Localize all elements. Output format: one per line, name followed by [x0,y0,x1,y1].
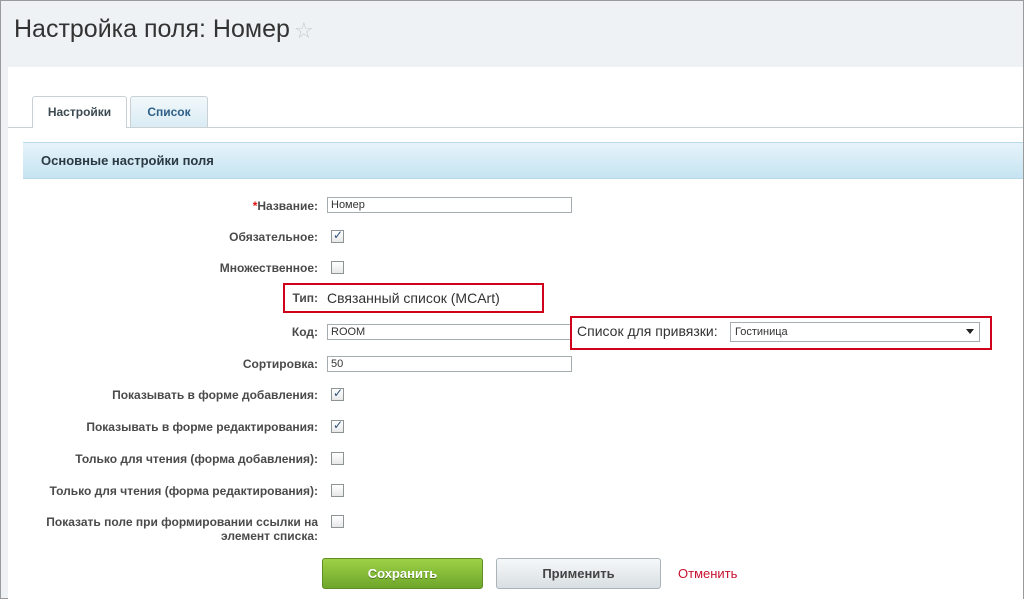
dropdown-arrow-icon [966,329,974,334]
apply-button[interactable]: Применить [496,558,661,589]
tab-settings[interactable]: Настройки [32,96,127,128]
show-add-checkbox[interactable]: ✓ [331,386,344,401]
required-checkbox[interactable]: ✓ [331,228,344,243]
required-label-wrap: Обязательное: [8,229,318,245]
code-input[interactable]: ROOM [327,324,572,340]
cancel-link[interactable]: Отменить [678,566,737,581]
multiple-label: Множественное: [219,261,318,275]
save-button[interactable]: Сохранить [322,558,483,589]
show-link-label-line2: элемент списка: [221,529,318,543]
type-label: Тип: [292,291,319,305]
window-frame: Настройка поля: Номер ☆ Настройки Список… [0,0,1024,599]
favorite-star-icon[interactable]: ☆ [294,18,314,44]
main-content: Настройки Список Основные настройки поля… [8,67,1023,599]
tab-list[interactable]: Список [130,96,208,128]
page-title: Настройка поля: Номер [14,15,290,43]
readonly-add-checkbox[interactable] [331,452,344,465]
name-input[interactable]: Номер [327,197,572,213]
section-title: Основные настройки поля [41,153,214,168]
show-edit-label: Показывать в форме редактирования: [86,420,318,434]
readonly-edit-label-wrap: Только для чтения (форма редактирования)… [8,483,318,499]
show-edit-label-wrap: Показывать в форме редактирования: [8,419,318,435]
type-label-wrap: Тип: [8,291,319,307]
readonly-edit-checkbox[interactable] [331,484,344,497]
show-add-label-wrap: Показывать в форме добавления: [8,387,318,403]
show-add-label: Показывать в форме добавления: [112,388,318,402]
sort-input[interactable]: 50 [327,356,572,372]
readonly-add-label: Только для чтения (форма добавления): [75,452,318,466]
tab-divider [8,127,1023,128]
readonly-add-label-wrap: Только для чтения (форма добавления): [8,451,318,467]
code-label-wrap: Код: [8,324,318,340]
sort-label: Сортировка: [242,357,318,371]
readonly-edit-label: Только для чтения (форма редактирования)… [49,484,318,498]
multiple-checkbox[interactable] [331,261,344,274]
section-header: Основные настройки поля [23,142,1023,179]
show-link-checkbox[interactable] [331,515,344,528]
show-link-label-wrap: Показать поле при формировании ссылки на… [8,514,318,544]
required-label: Обязательное: [229,230,318,244]
multiple-label-wrap: Множественное: [8,260,318,276]
link-list-label: Список для привязки: [577,323,718,339]
checkmark-icon: ✓ [333,386,344,400]
link-list-selected-value: Гостиница [735,326,788,338]
link-list-select[interactable]: Гостиница [730,322,980,342]
checkmark-icon: ✓ [333,418,344,432]
checkmark-icon: ✓ [333,228,344,242]
show-link-label-line1: Показать поле при формировании ссылки на [46,515,318,529]
code-label: Код: [291,325,318,339]
page-header: Настройка поля: Номер ☆ [2,2,1023,66]
name-label-wrap: *Название: [8,197,318,213]
show-edit-checkbox[interactable]: ✓ [331,418,344,433]
type-value: Связанный список (MCArt) [327,290,500,306]
sort-label-wrap: Сортировка: [8,356,318,372]
name-label: *Название: [252,199,318,213]
